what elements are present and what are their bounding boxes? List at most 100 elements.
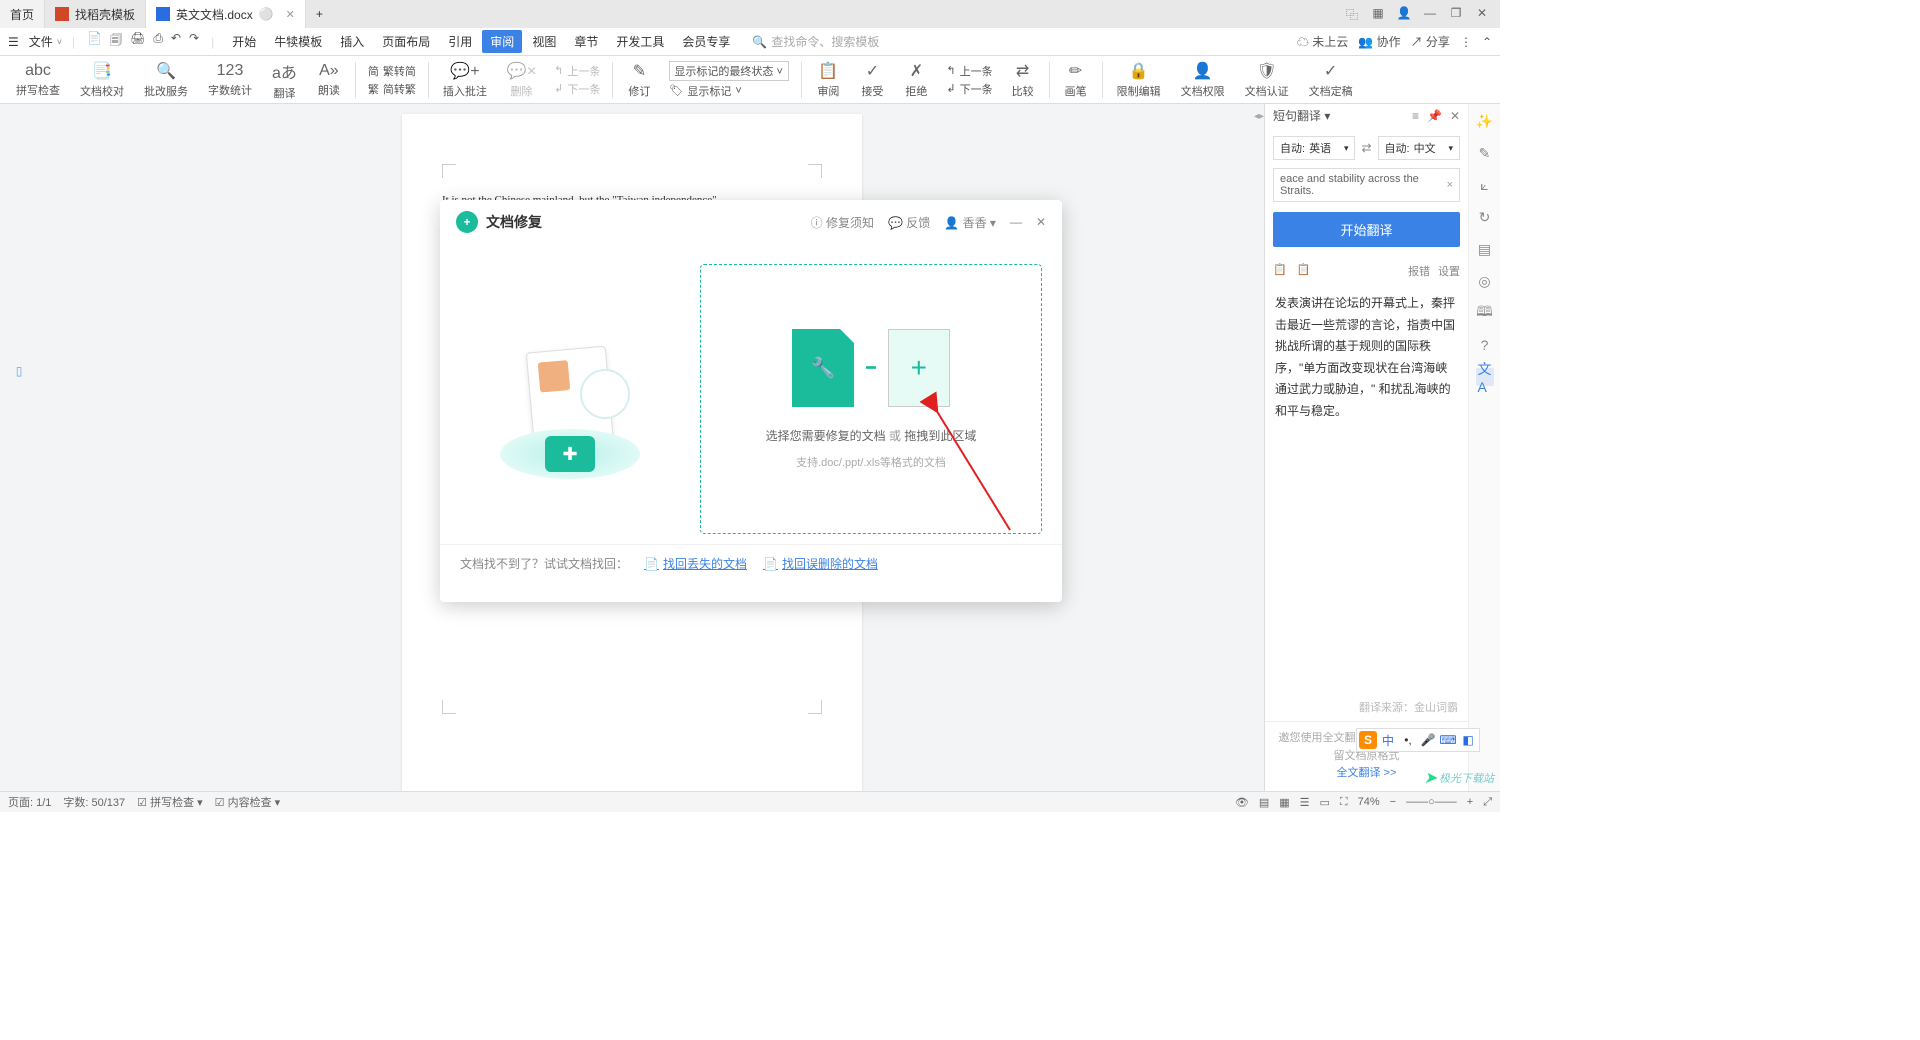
delete-comment-button[interactable]: 💬×删除 (499, 59, 544, 101)
ink-button[interactable]: ✏画笔 (1056, 59, 1096, 101)
new-comment-button[interactable]: 💬+插入批注 (435, 59, 495, 101)
cloud-status[interactable]: ☁ 未上云 (1297, 33, 1348, 50)
dialog-minimize-button[interactable]: — (1010, 215, 1022, 229)
compare-button[interactable]: ⇄比较 (1003, 59, 1043, 101)
accept-button[interactable]: ✓接受 (852, 59, 892, 101)
fullscreen-icon[interactable]: ⤢ (1483, 796, 1492, 809)
source-lang-select[interactable]: 自动: 英语 ▾ (1273, 136, 1355, 160)
prev-comment-button[interactable]: ↰ 上一条 (554, 63, 600, 79)
track-changes-button[interactable]: ✎修订 (619, 59, 659, 101)
certify-button[interactable]: 🛡文档认证 (1237, 59, 1297, 101)
next-comment-button[interactable]: ↲ 下一条 (554, 81, 600, 97)
tool-select-icon[interactable]: ⟀ (1476, 176, 1494, 194)
settings-link[interactable]: 设置 (1438, 263, 1460, 279)
tool-bookmark-icon[interactable]: 🕮 (1476, 304, 1494, 322)
avatar-icon[interactable]: 👤 (1396, 6, 1412, 23)
content-check-toggle[interactable]: ☑ 内容检查 ▾ (215, 794, 281, 810)
panel-close-icon[interactable]: ✕ (1450, 109, 1460, 123)
ime-lang-icon[interactable]: 中 (1379, 731, 1397, 749)
wordcount-button[interactable]: 123字数统计 (200, 60, 260, 100)
menu-insert[interactable]: 插入 (332, 30, 372, 53)
fulltext-translate-link[interactable]: 全文翻译 >> (1337, 767, 1397, 779)
qat-redo-icon[interactable]: ↷ (189, 31, 199, 52)
share-button[interactable]: ↗ 分享 (1411, 33, 1450, 50)
copy-dst-icon[interactable]: 📋 (1297, 263, 1311, 279)
spellcheck-button[interactable]: abc拼写检查 (8, 60, 68, 100)
ime-punct-icon[interactable]: •, (1399, 731, 1417, 749)
copy-src-icon[interactable]: 📋 (1273, 263, 1287, 279)
ime-toolbar[interactable]: S 中 •, 🎤 ⌨ ◧ (1356, 728, 1480, 752)
display-mode-select[interactable]: 显示标记的最终状态 ˅ (669, 61, 789, 81)
qat-open-icon[interactable]: 🗐 (110, 31, 122, 52)
ime-skin-icon[interactable]: ◧ (1459, 731, 1477, 749)
readaloud-button[interactable]: A»朗读 (309, 60, 349, 100)
feedback-link[interactable]: 💬 反馈 (888, 214, 930, 231)
tool-layers-icon[interactable]: ▤ (1476, 240, 1494, 258)
menu-devtools[interactable]: 开发工具 (608, 30, 672, 53)
panel-title[interactable]: 短句翻译 ▾ (1273, 107, 1330, 124)
to-traditional-button[interactable]: 繁 简转繁 (368, 81, 416, 97)
word-count[interactable]: 字数: 50/137 (63, 794, 125, 810)
translate-input[interactable]: eace and stability across the Straits.× (1273, 168, 1460, 202)
permissions-button[interactable]: 👤文档权限 (1173, 59, 1233, 101)
page-indicator[interactable]: 页面: 1/1 (8, 794, 51, 810)
file-menu[interactable]: 文件˅ (23, 33, 68, 50)
view-read-icon[interactable]: ▭ (1320, 796, 1330, 809)
recover-lost-link[interactable]: 📄找回丢失的文档 (644, 555, 747, 572)
hamburger-icon[interactable]: ☰ (8, 35, 19, 49)
menu-reference[interactable]: 引用 (440, 30, 480, 53)
fit-page-icon[interactable]: ⛶ (1340, 796, 1348, 809)
menu-view[interactable]: 视图 (524, 30, 564, 53)
collab-button[interactable]: 👥 协作 (1358, 33, 1400, 50)
zoom-slider[interactable]: ——○—— (1406, 796, 1457, 808)
next-change-button[interactable]: ↲ 下一条 (946, 81, 992, 97)
maximize-button[interactable]: ❐ (1448, 6, 1464, 23)
tool-translate-icon[interactable]: 文A (1476, 368, 1494, 386)
tool-refresh-icon[interactable]: ↻ (1476, 208, 1494, 226)
menu-start[interactable]: 开始 (224, 30, 264, 53)
correction-button[interactable]: 🔍批改服务 (136, 59, 196, 101)
file-dropzone[interactable]: ━ + 选择您需要修复的文档 或 拖拽到此区域 支持.doc/.ppt/.xls… (700, 264, 1042, 534)
tool-smart-icon[interactable]: ✨ (1476, 112, 1494, 130)
review-pane-button[interactable]: 📋审阅 (808, 59, 848, 101)
collapse-ribbon-icon[interactable]: ⌃ (1482, 35, 1492, 49)
sogou-icon[interactable]: S (1359, 731, 1377, 749)
view-web-icon[interactable]: ▦ (1279, 796, 1289, 809)
menu-layout[interactable]: 页面布局 (374, 30, 438, 53)
panel-menu-icon[interactable]: ≡ (1412, 109, 1419, 123)
repair-info-link[interactable]: ⓘ 修复须知 (811, 214, 874, 231)
proofread-button[interactable]: 📑文档校对 (72, 59, 132, 101)
finalize-button[interactable]: ✓文档定稿 (1301, 59, 1361, 101)
ime-voice-icon[interactable]: 🎤 (1419, 731, 1437, 749)
recover-deleted-link[interactable]: 📄找回误删除的文档 (763, 555, 878, 572)
panel-pin-icon[interactable]: 📌 (1427, 109, 1442, 123)
translate-button[interactable]: 开始翻译 (1273, 212, 1460, 247)
zoom-out-button[interactable]: − (1390, 796, 1396, 808)
swap-lang-icon[interactable]: ⇄ (1361, 141, 1371, 155)
menu-template[interactable]: 牛犊模板 (266, 30, 330, 53)
view-eye-icon[interactable]: 👁 (1235, 796, 1249, 809)
show-markup-button[interactable]: 🏷 显示标记 ˅ (669, 83, 789, 99)
zoom-in-button[interactable]: + (1467, 796, 1473, 808)
ime-keyboard-icon[interactable]: ⌨ (1439, 731, 1457, 749)
prev-change-button[interactable]: ↰ 上一条 (946, 63, 992, 79)
qat-preview-icon[interactable]: ⎙ (153, 31, 163, 52)
page-marker-icon[interactable]: ▯ (16, 364, 23, 378)
command-search[interactable]: 🔍 查找命令、搜索模板 (752, 33, 879, 50)
tab-close-icon[interactable]: ✕ (286, 8, 295, 21)
translate-button[interactable]: aあ翻译 (264, 57, 305, 103)
menu-vip[interactable]: 会员专享 (674, 30, 738, 53)
target-lang-select[interactable]: 自动: 中文 ▾ (1378, 136, 1460, 160)
qat-new-icon[interactable]: 📄 (87, 31, 102, 52)
tool-location-icon[interactable]: ◎ (1476, 272, 1494, 290)
more-icon[interactable]: ⋮ (1460, 35, 1472, 49)
translation-result[interactable]: 发表演讲在论坛的开幕式上，秦抨击最近一些荒谬的言论，指责中国挑战所谓的基于规则的… (1265, 285, 1468, 693)
user-dropdown[interactable]: 👤 香香 ▾ (944, 214, 996, 231)
spellcheck-toggle[interactable]: ☑ 拼写检查 ▾ (137, 794, 203, 810)
tool-pen-icon[interactable]: ✎ (1476, 144, 1494, 162)
to-simplified-button[interactable]: 简 繁转简 (368, 63, 416, 79)
tab-templates[interactable]: 找稻壳模板 (45, 0, 146, 28)
close-button[interactable]: ✕ (1474, 6, 1490, 23)
layout-icon[interactable]: ⿻ (1344, 6, 1360, 23)
panel-collapse-left[interactable]: ◂▸ (1254, 106, 1264, 126)
